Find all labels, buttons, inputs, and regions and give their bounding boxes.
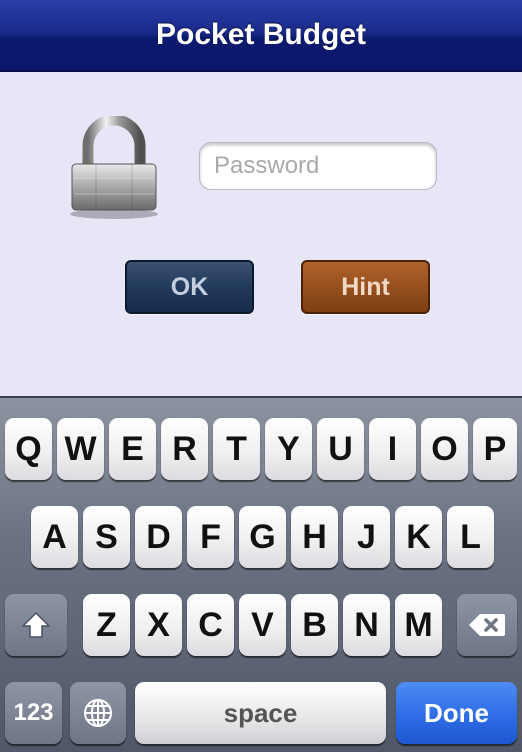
key-d[interactable]: D: [135, 506, 182, 568]
key-u[interactable]: U: [317, 418, 364, 480]
key-n[interactable]: N: [343, 594, 390, 656]
key-h[interactable]: H: [291, 506, 338, 568]
key-w[interactable]: W: [57, 418, 104, 480]
hint-button[interactable]: Hint: [301, 260, 430, 314]
app-title: Pocket Budget: [155, 18, 367, 51]
key-j[interactable]: J: [343, 506, 390, 568]
globe-icon: [84, 699, 112, 727]
key-y[interactable]: Y: [265, 418, 312, 480]
padlock-icon: [66, 114, 162, 220]
key-o[interactable]: O: [421, 418, 468, 480]
ok-button[interactable]: OK: [125, 260, 254, 314]
numbers-key[interactable]: 123: [5, 682, 62, 744]
key-l[interactable]: L: [447, 506, 494, 568]
keyboard: Q W E R T Y U I O P A S D F G H J K L Z …: [0, 396, 522, 752]
space-key[interactable]: space: [135, 682, 386, 744]
key-m[interactable]: M: [395, 594, 442, 656]
shift-icon: [22, 612, 50, 638]
key-p[interactable]: P: [473, 418, 517, 480]
backspace-icon: [469, 614, 505, 636]
key-i[interactable]: I: [369, 418, 416, 480]
key-s[interactable]: S: [83, 506, 130, 568]
delete-key[interactable]: [457, 594, 517, 656]
key-b[interactable]: B: [291, 594, 338, 656]
key-q[interactable]: Q: [5, 418, 52, 480]
key-x[interactable]: X: [135, 594, 182, 656]
key-k[interactable]: K: [395, 506, 442, 568]
key-f[interactable]: F: [187, 506, 234, 568]
globe-key[interactable]: [70, 682, 126, 744]
done-key[interactable]: Done: [396, 682, 517, 744]
key-v[interactable]: V: [239, 594, 286, 656]
key-g[interactable]: G: [239, 506, 286, 568]
key-c[interactable]: C: [187, 594, 234, 656]
key-e[interactable]: E: [109, 418, 156, 480]
key-a[interactable]: A: [31, 506, 78, 568]
key-t[interactable]: T: [213, 418, 260, 480]
key-z[interactable]: Z: [83, 594, 130, 656]
key-r[interactable]: R: [161, 418, 208, 480]
password-input[interactable]: [199, 142, 437, 190]
shift-key[interactable]: [5, 594, 67, 656]
login-panel: OK Hint: [0, 72, 522, 396]
navigation-bar: Pocket Budget: [0, 0, 522, 72]
